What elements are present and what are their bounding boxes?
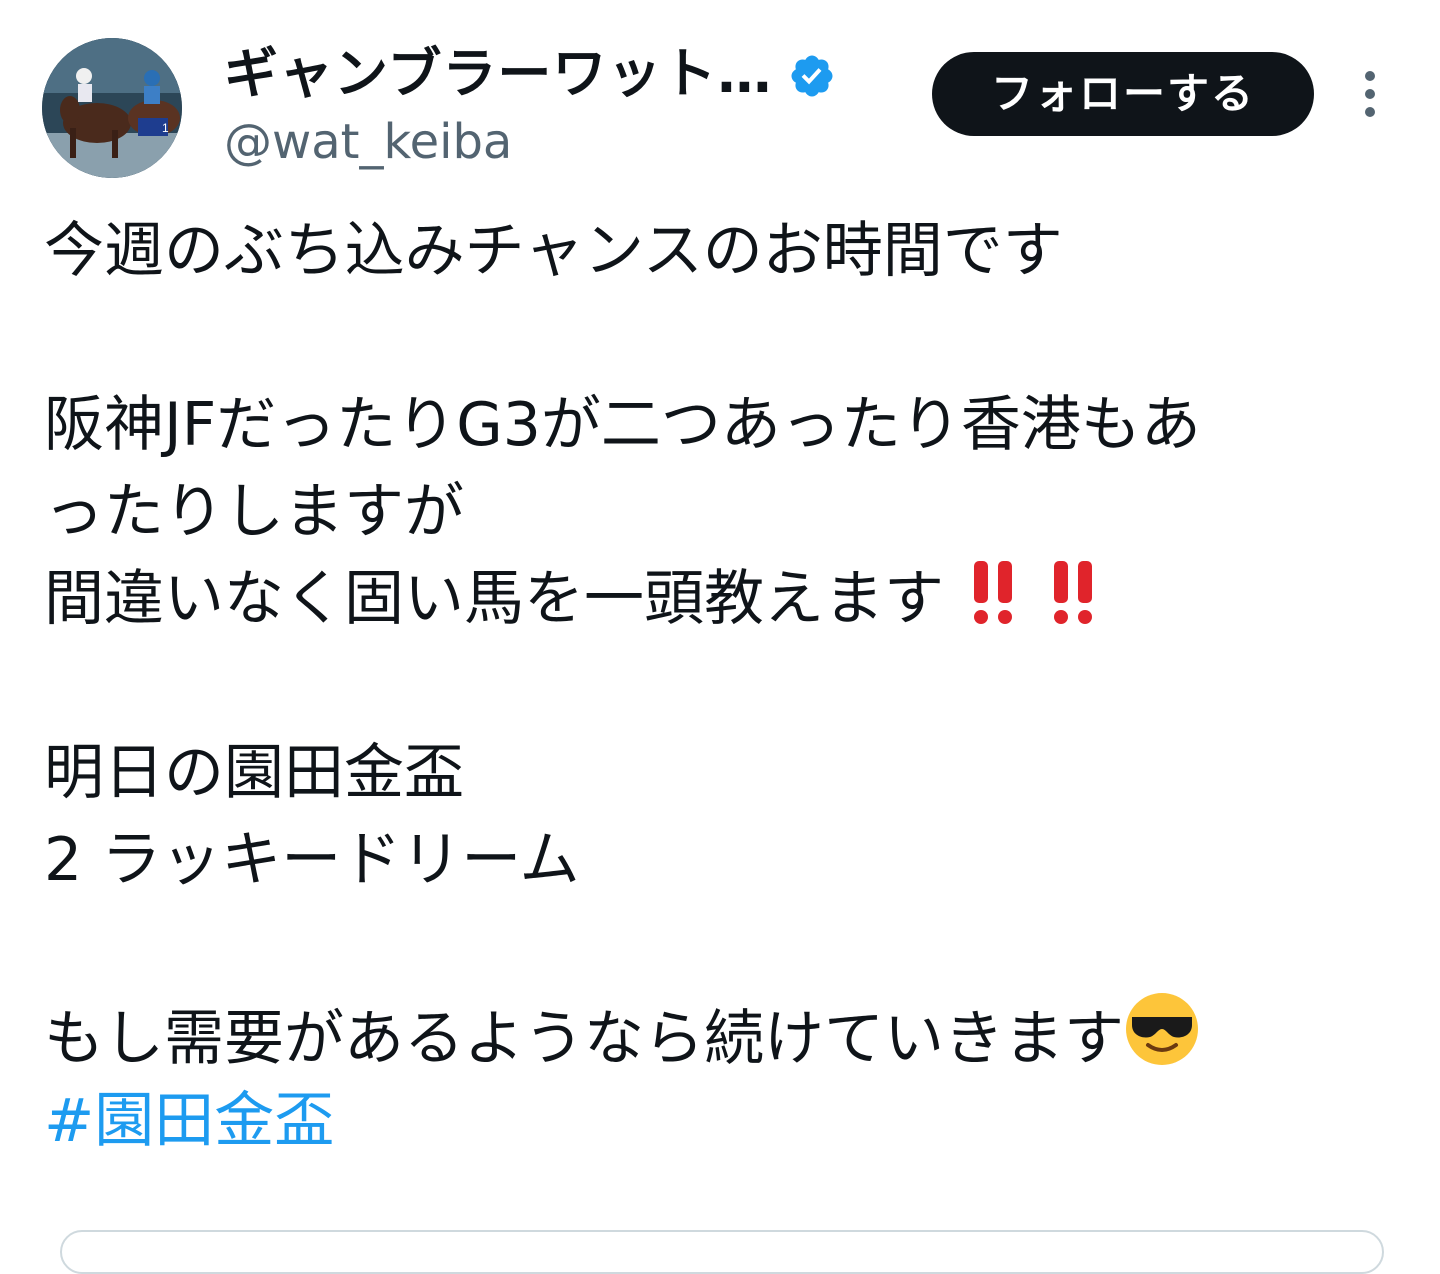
tweet-line: 今週のぶち込みチャンスのお時間です	[44, 216, 1063, 286]
follow-button[interactable]: フォローする	[932, 52, 1314, 136]
avatar[interactable]: 1	[42, 38, 182, 178]
tweet-line-text: もし需要があるようなら続けていきます	[44, 1004, 1124, 1074]
tweet-line: 明日の園田金盃	[44, 738, 464, 808]
author-handle[interactable]: @wat_keiba	[224, 112, 512, 172]
hashtag-link[interactable]: #園田金盃	[44, 1078, 1384, 1165]
more-vertical-icon[interactable]	[1350, 64, 1390, 124]
sunglasses-face-icon	[1124, 991, 1200, 1091]
double-exclamation-icon	[1044, 557, 1104, 651]
tweet-line: 2 ラッキードリーム	[44, 825, 580, 895]
svg-text:1: 1	[162, 121, 169, 135]
double-exclamation-icon	[964, 557, 1024, 651]
tweet-line: 阪神JFだったりG3が二つあったり香港もあ	[44, 390, 1201, 460]
tweet-line-text: 間違いなく固い馬を一頭教えます	[44, 564, 944, 634]
tweet-text: 今週のぶち込みチャンスのお時間です 阪神JFだったりG3が二つあったり香港もあ …	[44, 208, 1384, 1165]
verified-badge-icon	[791, 55, 833, 97]
author-display-name[interactable]: ギャンブラーワット…	[224, 42, 772, 106]
tweet-line-with-emoji: 間違いなく固い馬を一頭教えます	[44, 556, 1384, 643]
tweet-line-with-emoji: もし需要があるようなら続けていきます	[44, 991, 1384, 1078]
tweet-line: ったりしますが	[44, 477, 464, 547]
